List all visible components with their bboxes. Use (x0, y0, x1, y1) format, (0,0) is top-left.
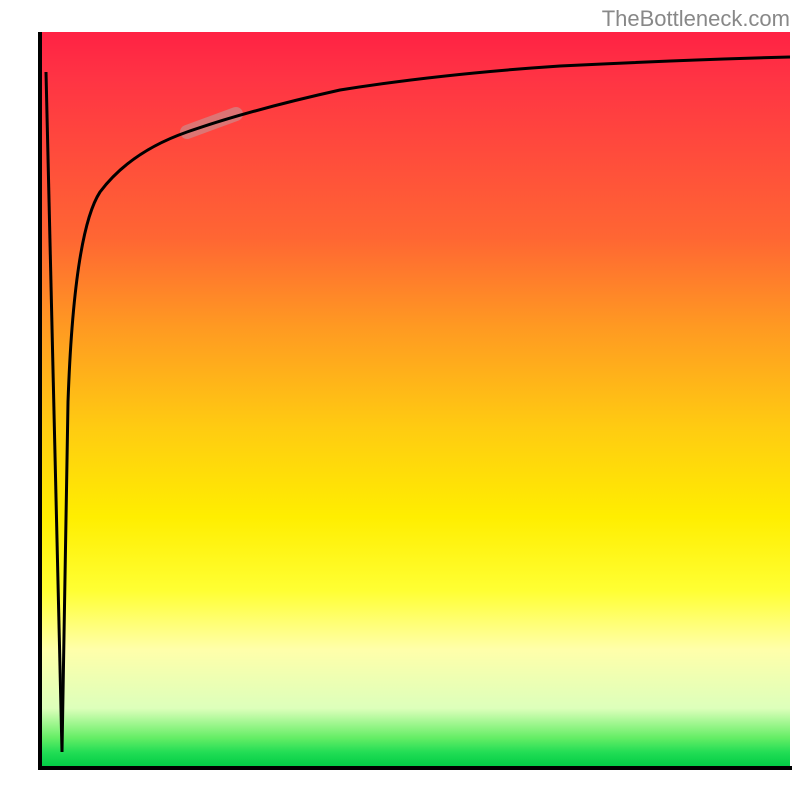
curve-layer (40, 32, 790, 767)
spike-left-edge (46, 72, 62, 752)
chart-container: TheBottleneck.com (0, 0, 800, 800)
x-axis (38, 766, 792, 770)
bottleneck-curve (62, 57, 790, 752)
y-axis (38, 32, 42, 769)
watermark-text: TheBottleneck.com (602, 6, 790, 32)
